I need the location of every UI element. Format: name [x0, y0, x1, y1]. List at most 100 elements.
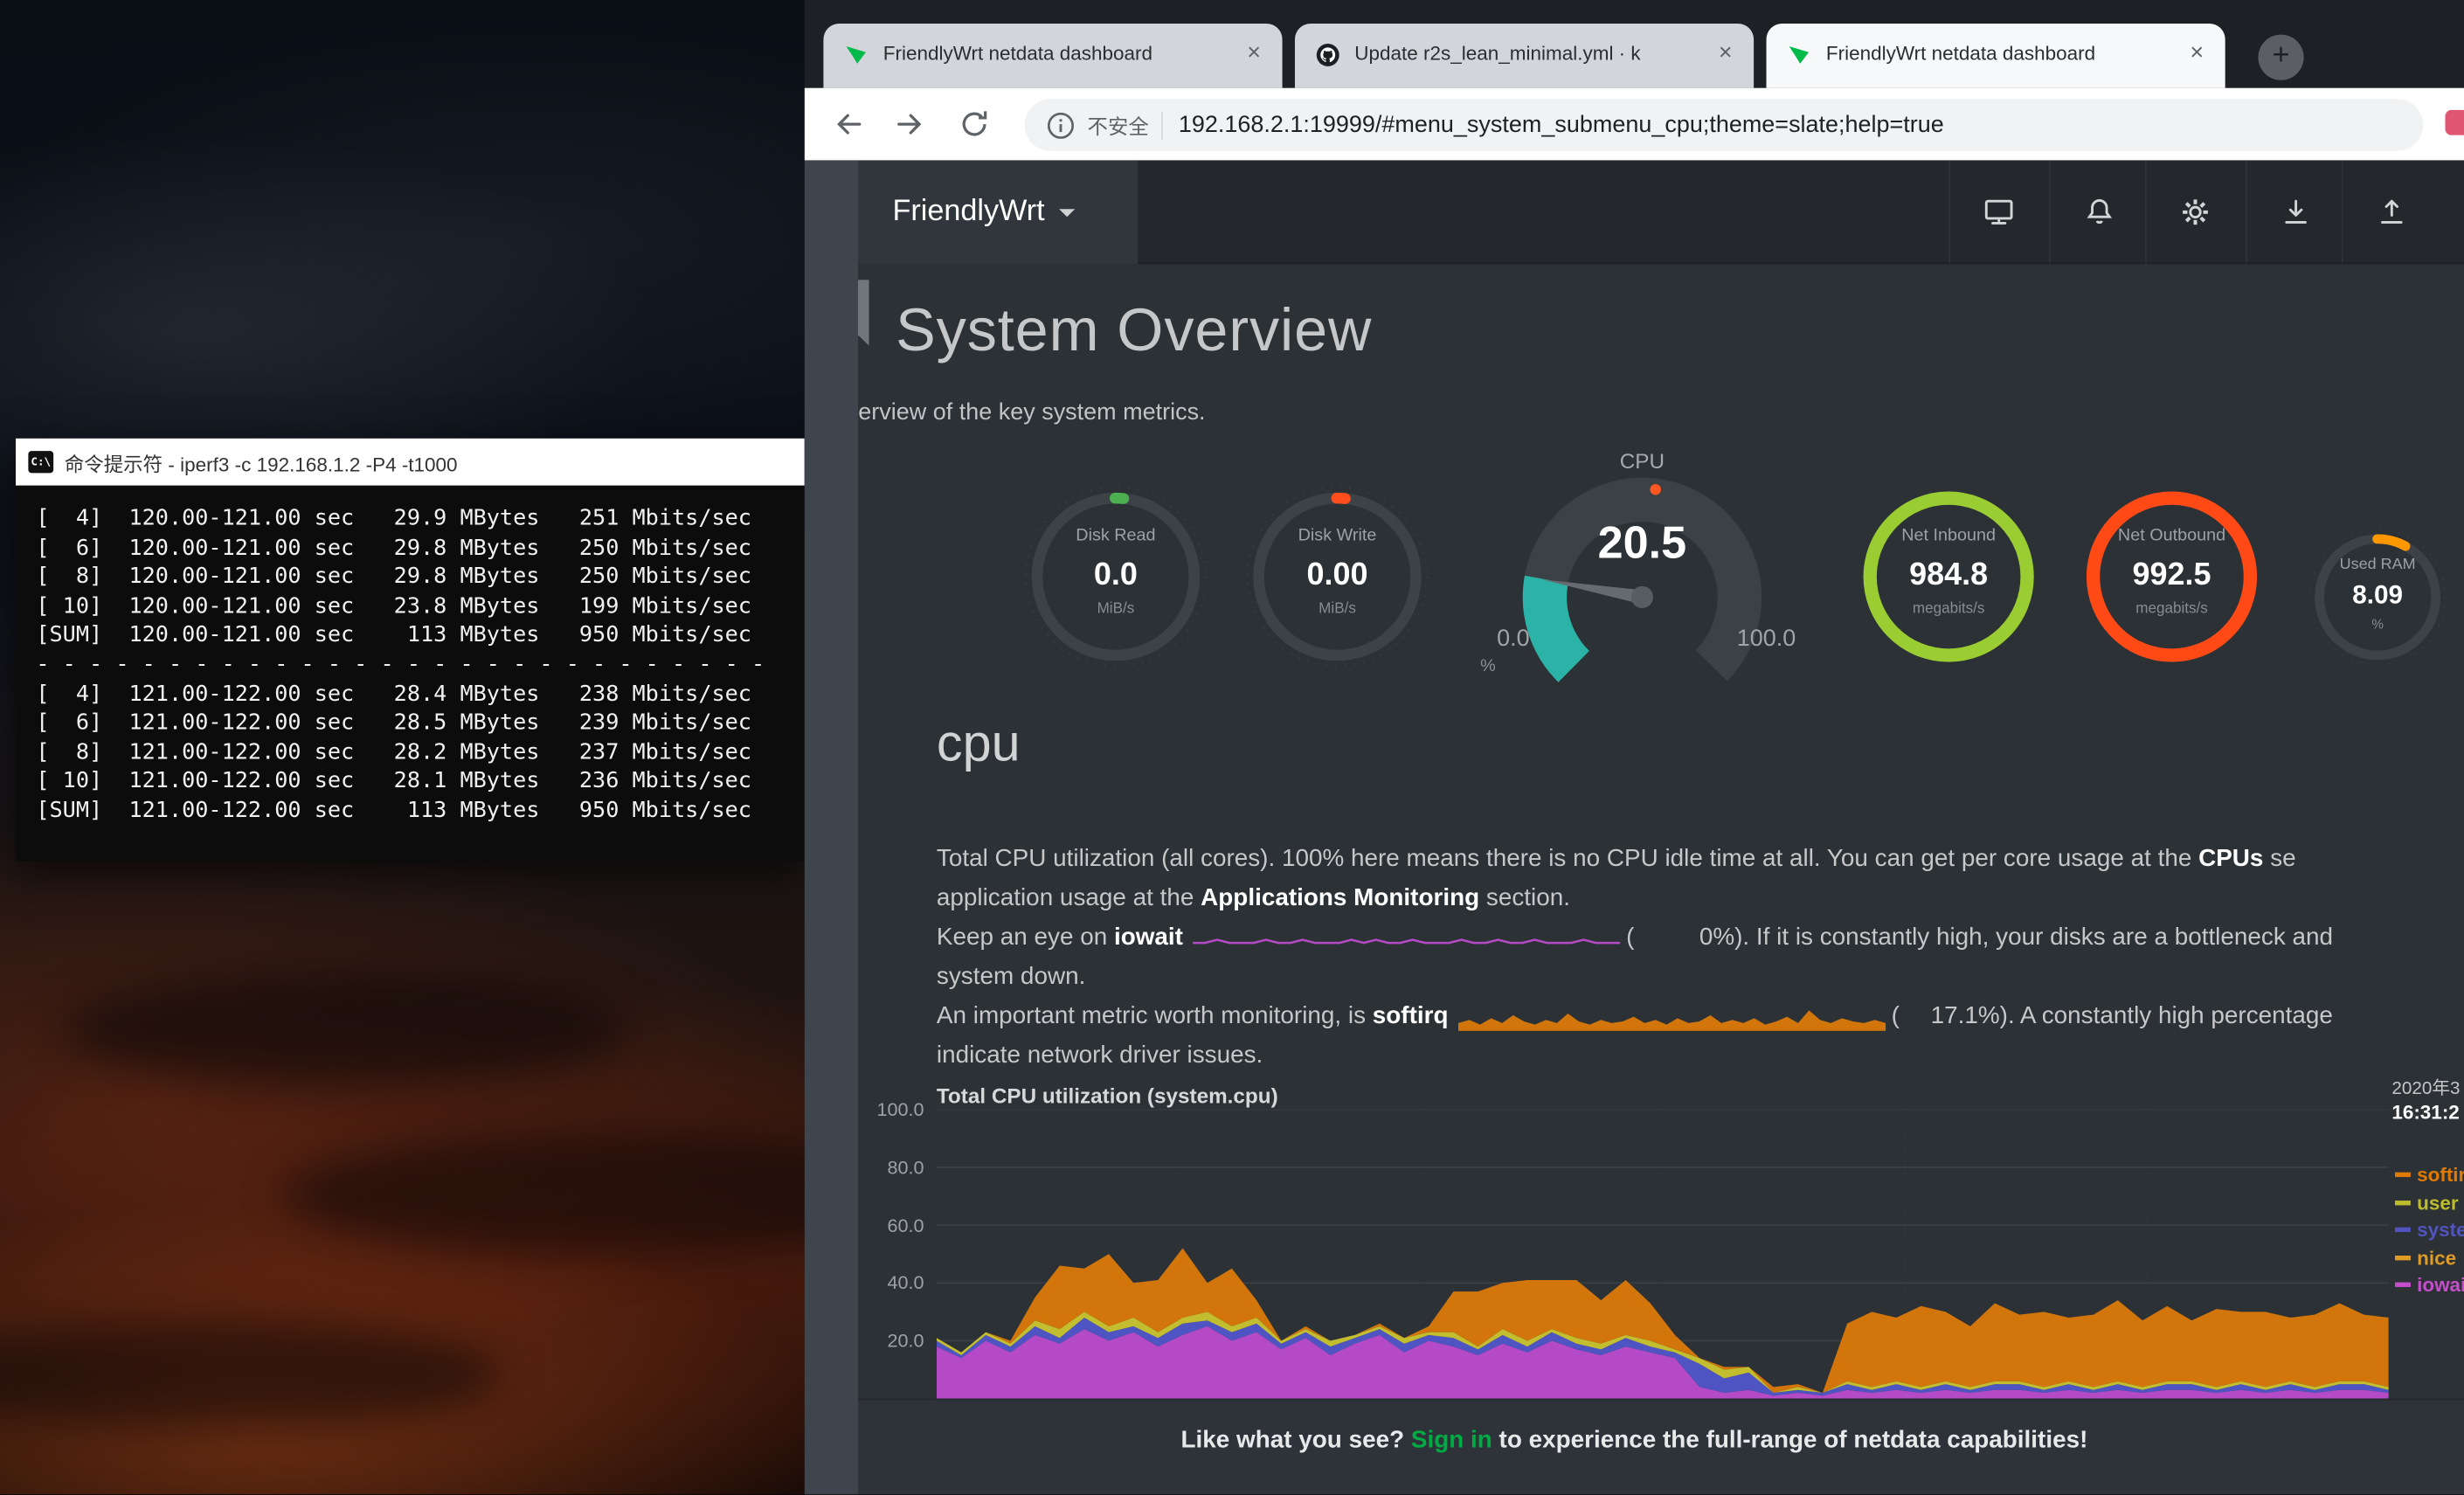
- cpu-gauge-unit: %: [1480, 657, 1496, 676]
- section-title-cpu: cpu: [937, 714, 1021, 773]
- gauge-label: Net Outbound: [2074, 526, 2269, 545]
- paragraph-line: indicate network driver issues.: [937, 1035, 2464, 1075]
- tab-netdata-1[interactable]: FriendlyWrt netdata dashboard ×: [823, 24, 1282, 88]
- y-tick-label: 100.0: [877, 1098, 924, 1120]
- browser-window: FriendlyWrt netdata dashboard × Update r…: [805, 0, 2464, 1494]
- legend-swatch: [2395, 1283, 2411, 1287]
- legend-swatch: [2395, 1173, 2411, 1177]
- signin-banner: Like what you see? Sign in to experience…: [805, 1399, 2464, 1495]
- legend-label: system: [2417, 1219, 2464, 1241]
- nav-cell-export[interactable]: [2342, 160, 2440, 264]
- net-inbound-text: Net Inbound 984.8 megabits/s: [1851, 480, 2046, 675]
- extension-icon[interactable]: [2445, 110, 2464, 135]
- brand-dropdown[interactable]: FriendlyWrt: [858, 160, 1138, 264]
- info-icon[interactable]: [1043, 107, 1078, 142]
- legend-label: softirq: [2417, 1164, 2464, 1186]
- text: An important metric worth monitoring, is: [937, 1002, 1373, 1029]
- chart-timestamp: 2020年3 16:31:2: [2391, 1078, 2464, 1125]
- tab-close-icon[interactable]: ×: [1238, 38, 1270, 69]
- banner-text: Like what you see?: [1180, 1427, 1410, 1454]
- left-strip: [805, 160, 858, 1494]
- tab-github[interactable]: Update r2s_lean_minimal.yml · k ×: [1295, 24, 1754, 88]
- gear-icon: [2177, 197, 2212, 228]
- brand-label: FriendlyWrt: [893, 195, 1045, 230]
- address-bar[interactable]: 不安全 192.168.2.1:19999/#menu_system_subme…: [1025, 99, 2424, 150]
- text: Total CPU utilization (all cores). 100% …: [937, 846, 2198, 873]
- cpus-link[interactable]: CPUs: [2198, 846, 2263, 873]
- gauge-label: Used RAM: [2305, 557, 2449, 574]
- text: Keep an eye on: [937, 924, 1114, 952]
- tab-close-icon[interactable]: ×: [2181, 38, 2212, 69]
- text: %). If it is constantly high, your disks…: [1713, 924, 2333, 952]
- reload-icon[interactable]: [955, 105, 993, 142]
- nav-cell-settings[interactable]: [2145, 160, 2243, 264]
- nav-cell-alarms[interactable]: [2049, 160, 2147, 264]
- legend-item-nice[interactable]: nice: [2395, 1244, 2464, 1271]
- legend-item-user[interactable]: user: [2395, 1189, 2464, 1216]
- disk-write-text: Disk Write 0.00 MiB/s: [1240, 480, 1435, 675]
- nav-cell-display[interactable]: [1948, 160, 2046, 264]
- gauge-value: 984.8: [1851, 557, 2046, 593]
- screenshot-stage: C:\ 命令提示符 - iperf3 -c 192.168.1.2 -P4 -t…: [0, 0, 2464, 1494]
- security-label[interactable]: 不安全: [1088, 110, 1149, 140]
- gauge-unit: megabits/s: [1851, 600, 2046, 618]
- cmd-window[interactable]: C:\ 命令提示符 - iperf3 -c 192.168.1.2 -P4 -t…: [16, 439, 805, 862]
- cmd-icon: C:\: [28, 451, 53, 473]
- iowait-sparkline[interactable]: [1193, 929, 1620, 951]
- tab-close-icon[interactable]: ×: [1710, 38, 1741, 69]
- page-subtitle: Overview of the key system metrics.: [828, 399, 1206, 426]
- gauge-value: 8.09: [2305, 581, 2449, 611]
- cloud-shape: [63, 974, 628, 1084]
- gauge-label: Disk Write: [1240, 526, 1435, 545]
- chart-legend: softirq user system nice iowait: [2395, 1161, 2464, 1298]
- net-outbound-text: Net Outbound 992.5 megabits/s: [2074, 480, 2269, 675]
- tab-netdata-2-active[interactable]: FriendlyWrt netdata dashboard ×: [1767, 24, 2225, 88]
- paragraph-line: Keep an eye on iowait(0%). If it is cons…: [937, 917, 2464, 957]
- paragraph-line: system down.: [937, 957, 2464, 996]
- gauge-label: Net Inbound: [1851, 526, 2046, 545]
- y-tick-label: 40.0: [888, 1272, 924, 1294]
- cpu-gauge[interactable]: [1478, 456, 1808, 692]
- iowait-value: 0: [1634, 917, 1713, 957]
- url-text[interactable]: 192.168.2.1:19999/#menu_system_submenu_c…: [1179, 112, 1944, 139]
- cmd-title: 命令提示符 - iperf3 -c 192.168.1.2 -P4 -t1000: [65, 447, 458, 477]
- applications-monitoring-link[interactable]: Applications Monitoring: [1201, 885, 1479, 912]
- text: %). A constantly high percentage: [1978, 1002, 2333, 1029]
- y-tick-label: 80.0: [888, 1156, 924, 1178]
- softirq-sparkline[interactable]: [1457, 1006, 1885, 1031]
- text: indicate network driver issues.: [937, 1042, 1263, 1069]
- softirq-value: 17.1: [1900, 996, 1978, 1035]
- chevron-down-icon: [1059, 208, 1075, 216]
- forward-icon[interactable]: [891, 105, 929, 142]
- text: (: [1892, 1002, 1900, 1029]
- legend-label: nice: [2417, 1247, 2456, 1269]
- cpu-utilization-chart[interactable]: [937, 1110, 2389, 1399]
- legend-label: iowait: [2417, 1274, 2464, 1296]
- text: system down.: [937, 963, 1085, 990]
- iowait-label: iowait: [1114, 924, 1183, 952]
- used-ram-text: Used RAM 8.09 %: [2305, 525, 2449, 669]
- back-icon[interactable]: [830, 105, 868, 142]
- text: se: [2263, 846, 2295, 873]
- legend-swatch: [2395, 1256, 2411, 1260]
- chart-date: 2020年3: [2391, 1078, 2464, 1102]
- legend-item-system[interactable]: system: [2395, 1216, 2464, 1243]
- legend-item-iowait[interactable]: iowait: [2395, 1271, 2464, 1298]
- upload-icon: [2374, 197, 2409, 228]
- cmd-titlebar[interactable]: C:\ 命令提示符 - iperf3 -c 192.168.1.2 -P4 -t…: [16, 439, 805, 486]
- gauge-unit: MiB/s: [1018, 600, 1213, 618]
- disk-read-text: Disk Read 0.0 MiB/s: [1018, 480, 1213, 675]
- nav-cell-import[interactable]: [2246, 160, 2343, 264]
- gauge-unit: megabits/s: [2074, 600, 2269, 618]
- legend-swatch: [2395, 1228, 2411, 1232]
- paragraph-line: application usage at the Applications Mo…: [937, 878, 2464, 917]
- netdata-favicon: [1787, 43, 1812, 68]
- text: application usage at the: [937, 885, 1201, 912]
- legend-swatch: [2395, 1201, 2411, 1205]
- tab-title: FriendlyWrt netdata dashboard: [883, 43, 1235, 65]
- legend-item-softirq[interactable]: softirq: [2395, 1161, 2464, 1188]
- paragraph-line: Total CPU utilization (all cores). 100% …: [937, 839, 2464, 878]
- new-tab-button[interactable]: +: [2258, 35, 2303, 80]
- signin-link[interactable]: Sign in: [1411, 1427, 1492, 1454]
- gauge-label: Disk Read: [1018, 526, 1213, 545]
